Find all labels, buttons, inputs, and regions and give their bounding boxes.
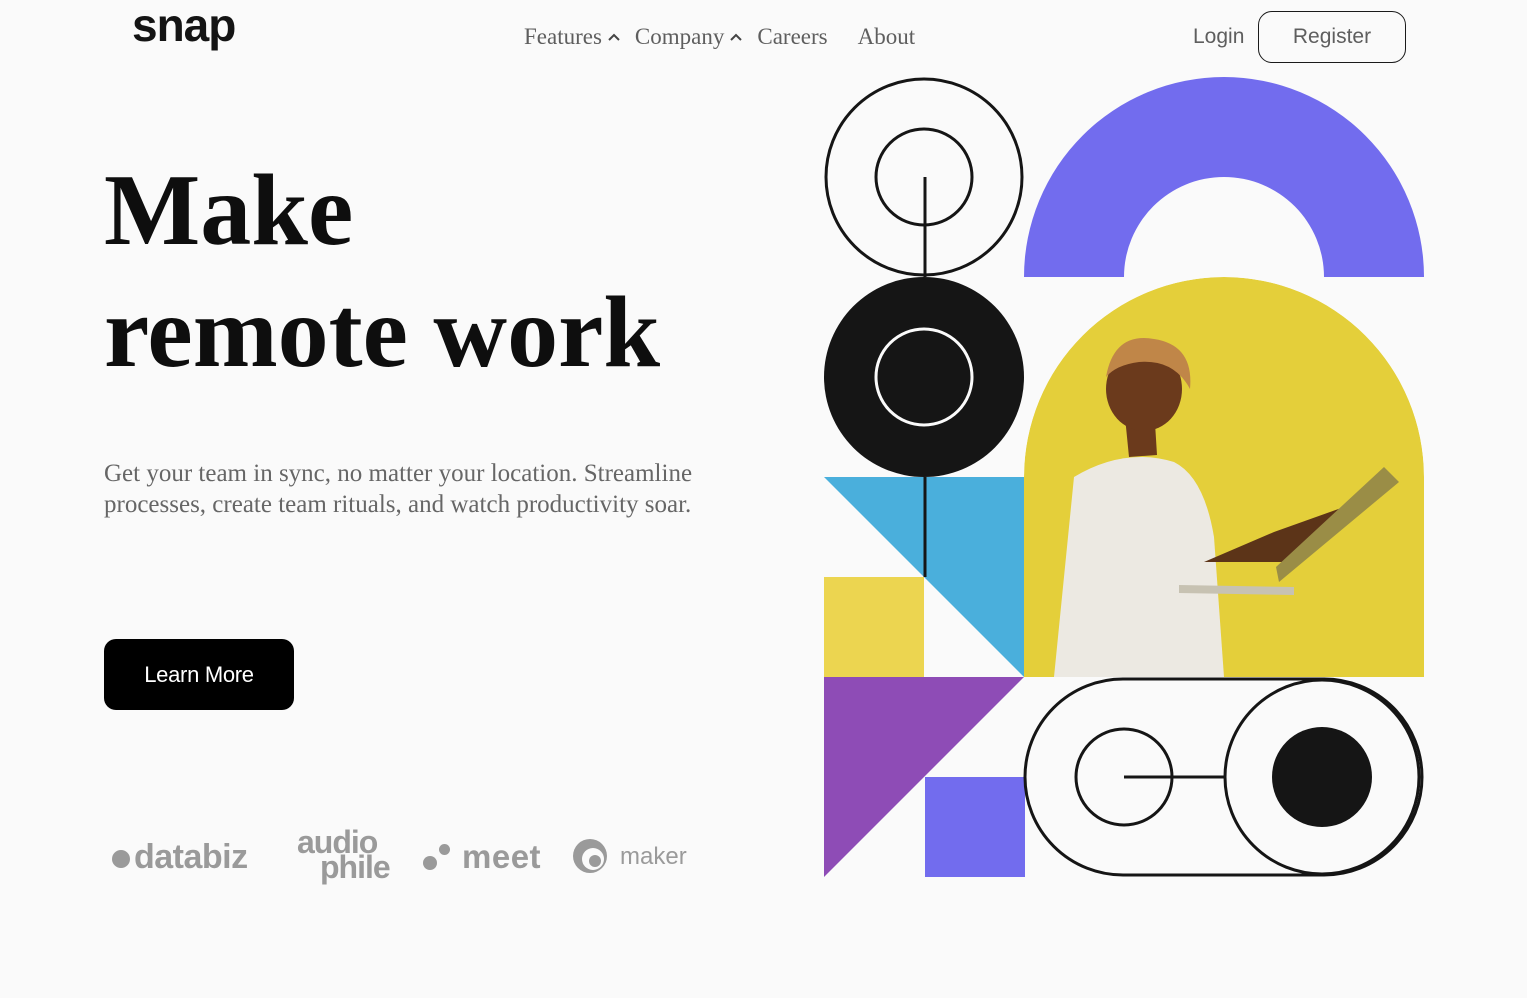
meet-dot-large-icon	[423, 856, 437, 870]
login-link[interactable]: Login	[1193, 25, 1244, 49]
learn-more-button[interactable]: Learn More	[104, 639, 294, 710]
target-circle-outline	[824, 77, 1024, 277]
nav-item-careers[interactable]: Careers	[757, 24, 827, 50]
chevron-up-icon	[730, 33, 743, 41]
databiz-dot-icon	[112, 850, 130, 868]
violet-square-shape	[925, 777, 1025, 877]
hero-title: Make remote work	[104, 150, 660, 394]
client-logos: databiz audio phile meet maker	[110, 826, 710, 888]
hero-subtitle: Get your team in sync, no matter your lo…	[104, 460, 693, 518]
nav-item-careers-label: Careers	[757, 24, 828, 49]
violet-arch-shape	[1024, 77, 1424, 277]
pill-target-shape	[1023, 677, 1424, 877]
meet-dot-small-icon	[439, 844, 450, 855]
audiophile-logo-text-bottom: phile	[320, 849, 391, 885]
hero-title-line-1: Make	[104, 154, 354, 267]
nav-item-company-label: Company	[634, 24, 725, 49]
nav-item-about[interactable]: About	[858, 24, 916, 50]
nav-item-features-label: Features	[524, 24, 602, 49]
brand-logo[interactable]: snap	[132, 2, 236, 48]
black-target-circle	[824, 277, 1024, 477]
nav-item-company[interactable]: Company	[635, 24, 743, 50]
yellow-square-shape	[824, 577, 924, 677]
person-photo	[1024, 277, 1424, 677]
nav-item-about-label: About	[857, 24, 916, 49]
hero-illustration	[824, 77, 1424, 877]
hero-title-line-2: remote work	[104, 276, 661, 389]
maker-logo-icon	[573, 839, 607, 873]
maker-logo-text: maker	[620, 843, 687, 870]
databiz-logo-text: databiz	[134, 838, 248, 876]
meet-logo-text: meet	[462, 838, 542, 875]
register-button[interactable]: Register	[1258, 11, 1406, 63]
main-nav: Features Company Careers About	[524, 24, 915, 50]
nav-item-features[interactable]: Features	[524, 24, 621, 50]
chevron-up-icon	[608, 33, 620, 41]
